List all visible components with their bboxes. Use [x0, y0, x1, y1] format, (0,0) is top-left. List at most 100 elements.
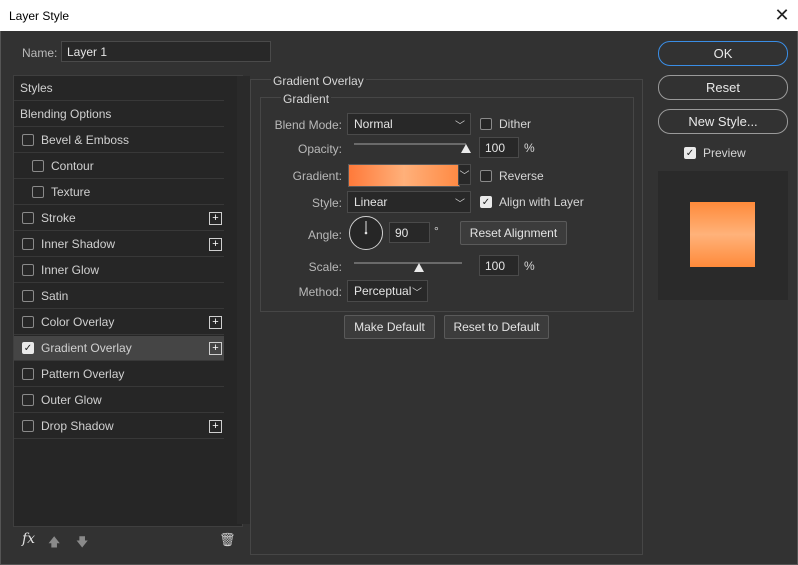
preview-thumbnail [658, 171, 788, 300]
styles-item-blending-options[interactable]: Blending Options [14, 102, 224, 127]
close-icon[interactable]: ✕ [766, 0, 798, 31]
preview-checkbox[interactable]: ✓ Preview [684, 146, 746, 160]
reverse-checkbox[interactable]: Reverse [480, 169, 544, 183]
reverse-check [480, 170, 492, 182]
section-title: Gradient Overlay [271, 74, 366, 88]
scale-slider-thumb[interactable] [413, 263, 424, 272]
styles-item-gradient-overlay[interactable]: ✓ Gradient Overlay + [14, 336, 224, 361]
styles-item-label: Styles [20, 81, 53, 95]
styles-item-checkbox[interactable] [22, 420, 34, 432]
add-icon[interactable]: + [209, 238, 222, 251]
trash-icon[interactable]: 🗑 [219, 532, 236, 548]
styles-item-label: Texture [51, 185, 91, 199]
method-select[interactable]: Perceptual ﹀ [347, 280, 428, 302]
angle-input[interactable]: 90 [389, 222, 430, 243]
add-icon[interactable]: + [209, 342, 222, 355]
move-up-icon[interactable]: 🡅 [48, 533, 60, 554]
add-icon[interactable]: + [209, 420, 222, 433]
styles-item-label: Satin [41, 289, 69, 303]
styles-item-checkbox[interactable] [22, 290, 34, 302]
reset-button[interactable]: Reset [658, 75, 788, 100]
angle-dial[interactable] [348, 215, 384, 251]
scale-input[interactable]: 100 [479, 255, 519, 276]
make-default-button[interactable]: Make Default [344, 315, 435, 339]
reset-to-default-button[interactable]: Reset to Default [444, 315, 549, 339]
fx-icon[interactable]: fx [22, 531, 35, 547]
styles-item-label: Bevel & Emboss [41, 133, 130, 147]
style-select[interactable]: Linear ﹀ [347, 191, 471, 213]
styles-item-label: Contour [51, 159, 94, 173]
blend-mode-value: Normal [354, 117, 393, 131]
styles-item-checkbox[interactable]: ✓ [22, 342, 34, 354]
styles-item-checkbox[interactable] [22, 134, 34, 146]
align-with-layer-checkbox[interactable]: ✓ Align with Layer [480, 195, 584, 209]
styles-item-checkbox[interactable] [22, 264, 34, 276]
styles-item-outer-glow[interactable]: Outer Glow [14, 388, 224, 413]
styles-list: Styles Blending Options Bevel & Emboss Cont… [13, 75, 250, 527]
styles-item-bevel-emboss[interactable]: Bevel & Emboss [14, 128, 224, 153]
styles-item-stroke[interactable]: Stroke + [14, 206, 224, 231]
opacity-value: 100 [485, 141, 506, 155]
reset-alignment-button[interactable]: Reset Alignment [460, 221, 567, 245]
add-icon[interactable]: + [209, 316, 222, 329]
styles-item-label: Inner Shadow [41, 237, 116, 251]
styles-item-label: Blending Options [20, 107, 112, 121]
styles-item-label: Inner Glow [41, 263, 100, 277]
gradient-label: Gradient: [292, 169, 342, 183]
opacity-input[interactable]: 100 [479, 137, 519, 158]
styles-item-drop-shadow[interactable]: Drop Shadow + [14, 414, 224, 439]
styles-item-label: Color Overlay [41, 315, 115, 329]
preview-label: Preview [703, 146, 746, 160]
dither-label: Dither [499, 117, 532, 131]
styles-item-inner-shadow[interactable]: Inner Shadow + [14, 232, 224, 257]
dialog-body: Name: Layer 1 Styles Blending Options Beve… [0, 31, 798, 565]
styles-item-checkbox[interactable] [22, 368, 34, 380]
opacity-slider-thumb[interactable] [461, 144, 471, 153]
preview-check: ✓ [684, 147, 696, 159]
blend-mode-select[interactable]: Normal ﹀ [347, 113, 471, 135]
opacity-slider[interactable] [354, 143, 466, 145]
styles-item-checkbox[interactable] [32, 186, 44, 198]
opacity-unit: % [524, 141, 535, 155]
styles-item-texture[interactable]: Texture [14, 180, 224, 205]
styles-item-checkbox[interactable] [22, 212, 34, 224]
dither-check [480, 118, 492, 130]
method-label: Method: [298, 285, 342, 299]
align-with-layer-check: ✓ [480, 196, 492, 208]
name-label: Name: [22, 46, 58, 60]
styles-item-checkbox[interactable] [32, 160, 44, 172]
angle-unit: ° [434, 224, 439, 238]
styles-item-checkbox[interactable] [22, 316, 34, 328]
gradient-dropdown-icon[interactable]: ﹀ [458, 164, 471, 185]
chevron-down-icon: ﹀ [455, 199, 465, 210]
dither-checkbox[interactable]: Dither [480, 117, 531, 131]
reverse-label: Reverse [499, 169, 544, 183]
styles-item-inner-glow[interactable]: Inner Glow [14, 258, 224, 283]
blend-mode-label: Blend Mode: [274, 118, 342, 132]
new-style-button[interactable]: New Style... [658, 109, 788, 134]
styles-item-styles[interactable]: Styles [14, 76, 224, 101]
angle-value: 90 [395, 226, 409, 240]
styles-item-checkbox[interactable] [22, 238, 34, 250]
gradient-swatch[interactable] [348, 164, 460, 187]
align-with-layer-label: Align with Layer [499, 195, 584, 209]
styles-item-label: Outer Glow [41, 393, 102, 407]
ok-button[interactable]: OK [658, 41, 788, 66]
styles-item-label: Drop Shadow [41, 419, 114, 433]
style-value: Linear [354, 195, 388, 209]
styles-item-checkbox[interactable] [22, 394, 34, 406]
styles-scrollbar[interactable] [237, 76, 250, 524]
move-down-icon[interactable]: 🡇 [76, 533, 88, 554]
scale-slider[interactable] [354, 262, 462, 264]
styles-item-pattern-overlay[interactable]: Pattern Overlay [14, 362, 224, 387]
angle-label: Angle: [307, 228, 342, 242]
group-title: Gradient [281, 92, 332, 106]
scale-unit: % [524, 259, 535, 273]
styles-item-satin[interactable]: Satin [14, 284, 224, 309]
scale-label: Scale: [308, 260, 342, 274]
name-input[interactable]: Layer 1 [61, 41, 271, 62]
styles-item-contour[interactable]: Contour [14, 154, 224, 179]
styles-item-label: Pattern Overlay [41, 367, 125, 381]
add-icon[interactable]: + [209, 212, 222, 225]
styles-item-color-overlay[interactable]: Color Overlay + [14, 310, 224, 335]
